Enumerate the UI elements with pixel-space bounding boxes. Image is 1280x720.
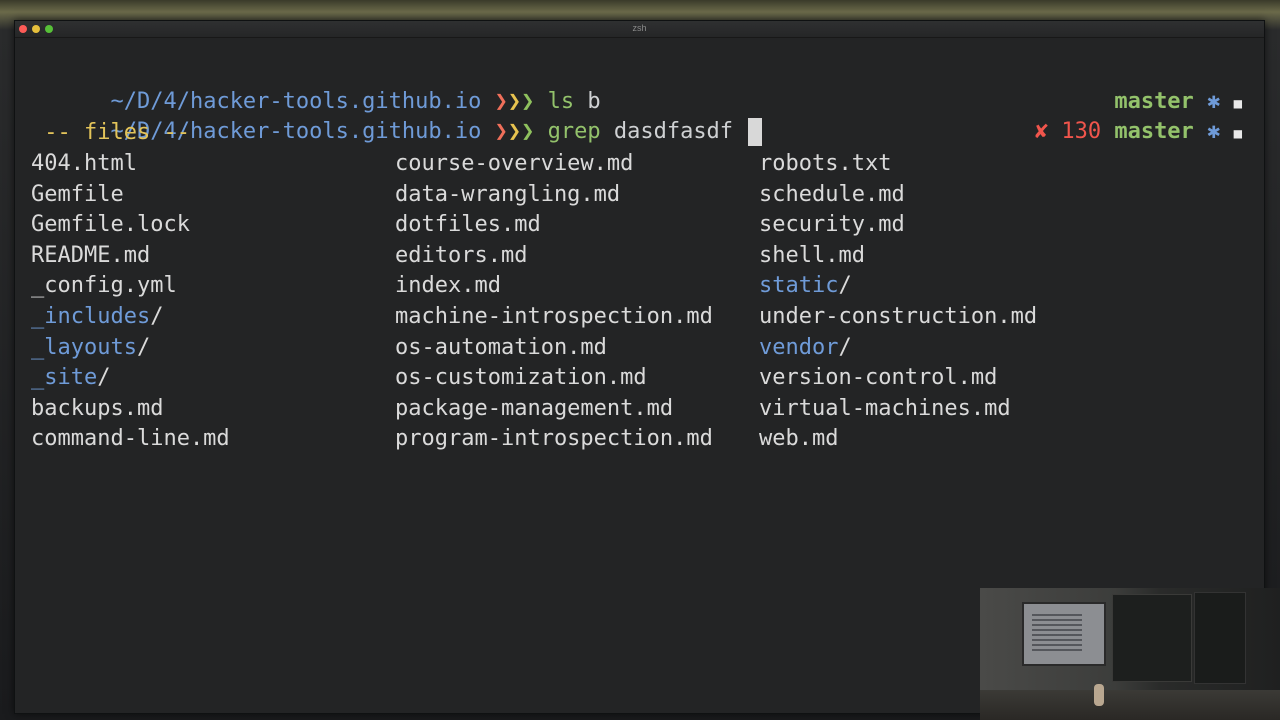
directory-name: static — [759, 273, 839, 299]
completion-item[interactable]: security.md — [759, 210, 1037, 241]
file-name: dotfiles.md — [395, 212, 541, 238]
completion-item[interactable]: shell.md — [759, 241, 1037, 272]
file-name: machine-introspection.md — [395, 303, 713, 329]
file-name: virtual-machines.md — [759, 395, 1011, 421]
completion-item[interactable]: static/ — [759, 271, 1037, 302]
file-name: backups.md — [31, 395, 164, 421]
completion-item[interactable]: _config.yml — [31, 271, 230, 302]
chalkboard — [1112, 594, 1192, 682]
completion-item[interactable]: vendor/ — [759, 333, 1037, 364]
projector-screen — [1022, 602, 1106, 666]
webcam-video-overlay — [980, 588, 1280, 720]
file-name: README.md — [31, 242, 151, 268]
completion-item[interactable]: command-line.md — [31, 424, 230, 455]
command-args: dasdfasdf — [613, 119, 734, 144]
completion-item[interactable]: package-management.md — [395, 394, 713, 425]
completion-item[interactable]: README.md — [31, 241, 230, 272]
command-text: grep — [547, 119, 601, 144]
file-name: 404.html — [31, 151, 137, 176]
error-x-icon: ✘ — [1034, 119, 1049, 144]
right-prompt-1: master ✱ ■ — [1035, 57, 1242, 114]
file-name: os-automation.md — [395, 334, 607, 360]
file-name: Gemfile.lock — [31, 212, 190, 238]
exit-code: 130 — [1061, 119, 1102, 144]
directory-name: _layouts — [31, 334, 137, 360]
directory-suffix: / — [136, 334, 151, 360]
directory-name: _includes — [31, 303, 151, 329]
completion-item[interactable]: os-customization.md — [395, 363, 713, 394]
file-name: course-overview.md — [395, 151, 634, 176]
completion-item[interactable]: Gemfile.lock — [31, 210, 230, 241]
file-name: Gemfile — [31, 181, 124, 207]
file-name: _config.yml — [31, 273, 177, 299]
completion-item[interactable]: os-automation.md — [395, 333, 713, 364]
directory-name: _site — [31, 365, 98, 391]
completion-item[interactable]: editors.md — [395, 241, 713, 272]
chalkboard — [1194, 592, 1246, 684]
file-name: web.md — [759, 426, 839, 452]
file-name: data-wrangling.md — [395, 181, 621, 207]
completion-item[interactable]: backups.md — [31, 394, 230, 425]
lecture-hall-floor — [980, 690, 1280, 720]
git-dirty-icon: ✱ — [1207, 119, 1221, 144]
completion-header: -- files -- — [31, 120, 190, 145]
completion-item[interactable]: index.md — [395, 271, 713, 302]
file-name: schedule.md — [759, 181, 905, 207]
completion-item[interactable]: version-control.md — [759, 363, 1037, 394]
completion-column-3: robots.txt schedule.md security.md shell.md… — [759, 149, 1037, 455]
completion-item[interactable]: machine-introspection.md — [395, 302, 713, 333]
completion-item[interactable]: _includes/ — [31, 302, 230, 333]
completion-item[interactable]: _layouts/ — [31, 333, 230, 364]
completion-item[interactable]: web.md — [759, 424, 1037, 455]
file-name: editors.md — [395, 242, 528, 268]
file-name: shell.md — [759, 242, 865, 268]
completion-item[interactable]: virtual-machines.md — [759, 394, 1037, 425]
completion-item[interactable]: schedule.md — [759, 180, 1037, 211]
right-prompt-2: ✘ 130 master ✱ ■ — [955, 87, 1242, 144]
file-name: index.md — [395, 273, 501, 299]
directory-suffix: / — [838, 334, 852, 360]
git-status-square-icon: ■ — [1233, 126, 1242, 142]
completion-column-1: 404.html Gemfile Gemfile.lock README.md _con… — [31, 149, 230, 455]
text-cursor[interactable] — [748, 118, 763, 146]
file-name: version-control.md — [759, 365, 998, 391]
directory-suffix: / — [97, 365, 111, 391]
completion-item[interactable]: 404.html — [31, 149, 230, 180]
prompt-line-2[interactable]: ~/D/4/hacker-tools.github.io ❯❯❯ grep da… — [31, 87, 763, 146]
completion-item[interactable]: robots.txt — [759, 149, 1037, 180]
git-branch: master — [1114, 119, 1194, 144]
directory-name: vendor — [759, 334, 839, 360]
file-name: security.md — [759, 212, 905, 238]
directory-suffix: / — [838, 273, 852, 299]
file-name: os-customization.md — [395, 365, 647, 391]
completion-item[interactable]: Gemfile — [31, 180, 230, 211]
prompt-arrows: ❯❯❯ — [494, 119, 535, 144]
file-name: package-management.md — [395, 395, 674, 421]
file-name: under-construction.md — [759, 303, 1038, 329]
completion-item[interactable]: course-overview.md — [395, 149, 713, 180]
completion-item[interactable]: dotfiles.md — [395, 210, 713, 241]
file-name: command-line.md — [31, 426, 230, 452]
window-title: zsh — [632, 23, 647, 33]
completion-column-2: course-overview.md data-wrangling.md dotfi… — [395, 149, 713, 455]
speaker-figure — [1094, 684, 1104, 706]
prompt-line-1: ~/D/4/hacker-tools.github.io ❯❯❯ ls b — [31, 57, 600, 114]
title-bar[interactable]: zsh — [15, 21, 1264, 38]
completion-item[interactable]: data-wrangling.md — [395, 180, 713, 211]
file-name: program-introspection.md — [395, 426, 713, 452]
completion-item[interactable]: _site/ — [31, 363, 230, 394]
file-name: robots.txt — [759, 151, 892, 176]
completion-item[interactable]: program-introspection.md — [395, 424, 713, 455]
completion-item[interactable]: under-construction.md — [759, 302, 1037, 333]
directory-suffix: / — [150, 303, 164, 329]
